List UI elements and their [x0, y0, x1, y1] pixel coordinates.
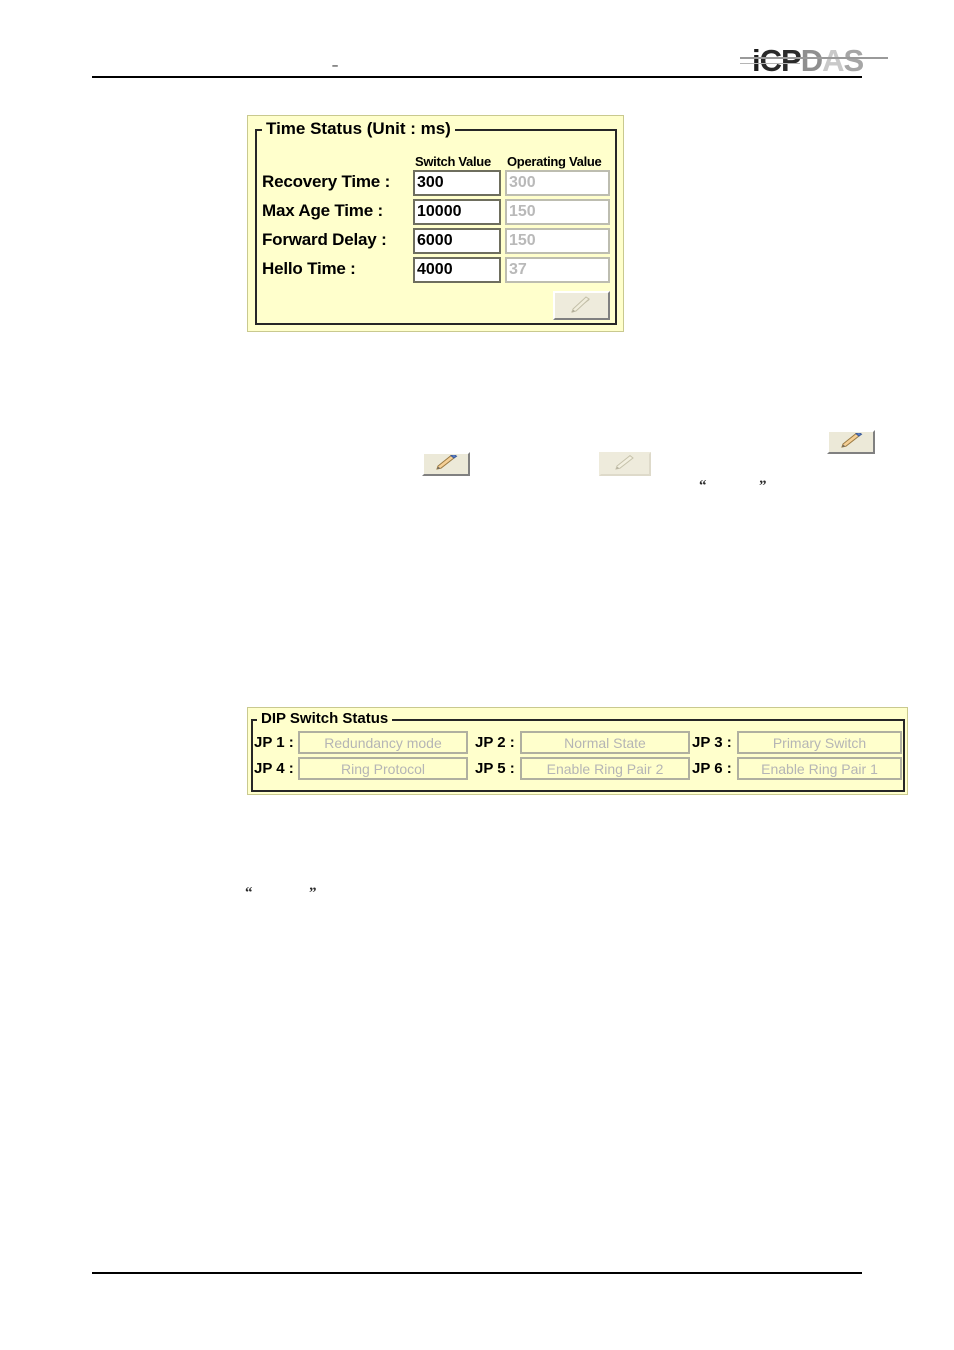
manual-page: – iCPDAS Time Status (Unit : ms) Switch …	[0, 0, 954, 1350]
dip-label-jp1: JP 1 :	[254, 734, 294, 751]
dip-switch-status-panel: DIP Switch Status JP 1 : Redundancy mode…	[247, 707, 908, 795]
row-label-hello-time: Hello Time :	[262, 259, 356, 278]
dip-label-jp5: JP 5 :	[475, 760, 515, 777]
pencil-icon	[570, 295, 590, 313]
dip-value-jp2: Normal State	[520, 731, 690, 754]
quote-close-lower: ”	[309, 885, 317, 901]
hello-time-operating-value-field: 37	[505, 257, 610, 283]
pencil-icon	[615, 455, 634, 470]
dip-label-jp3: JP 3 :	[692, 734, 732, 751]
logo-letter-a: A	[822, 43, 844, 78]
dip-label-jp4: JP 4 :	[254, 760, 294, 777]
pencil-icon	[436, 455, 458, 470]
time-status-panel: Time Status (Unit : ms) Switch Value Ope…	[247, 115, 624, 332]
icpdas-logo: iCPDAS	[740, 43, 892, 78]
dip-value-jp6: Enable Ring Pair 1	[737, 757, 902, 780]
pencil-icon	[841, 433, 863, 448]
dip-switch-status-frame	[251, 719, 905, 792]
dip-switch-status-title: DIP Switch Status	[257, 710, 393, 727]
logo-letter-i: i	[752, 43, 761, 78]
pencil-button-left[interactable]	[422, 452, 470, 476]
header-mark: –	[332, 60, 338, 72]
footer-divider	[92, 1272, 862, 1274]
time-status-apply-button[interactable]	[553, 291, 610, 320]
quote-close-upper: ”	[759, 478, 767, 494]
dip-value-jp5: Enable Ring Pair 2	[520, 757, 690, 780]
header-divider	[92, 76, 862, 78]
dip-value-jp4: Ring Protocol	[298, 757, 468, 780]
pencil-button-mid[interactable]	[599, 452, 651, 476]
column-header-switch-value: Switch Value	[415, 154, 491, 169]
forward-delay-operating-value-field: 150	[505, 228, 610, 254]
row-label-forward-delay: Forward Delay :	[262, 230, 387, 249]
hello-time-switch-value-field[interactable]: 4000	[413, 257, 501, 283]
forward-delay-switch-value-field[interactable]: 6000	[413, 228, 501, 254]
logo-strike-line	[740, 57, 888, 59]
icpdas-logo-text: iCPDAS	[752, 43, 864, 78]
pencil-button-right[interactable]	[827, 430, 875, 454]
column-header-operating-value: Operating Value	[507, 154, 602, 169]
logo-letter-d: D	[800, 43, 823, 78]
dip-value-jp3: Primary Switch	[737, 731, 902, 754]
max-age-time-operating-value-field: 150	[505, 199, 610, 225]
logo-strike-line-secondary	[740, 63, 800, 64]
quote-open-upper: “	[699, 478, 707, 494]
quote-open-lower: “	[245, 885, 253, 901]
logo-letters-cp: CP	[759, 43, 802, 78]
logo-letter-s: S	[843, 43, 864, 78]
time-status-title: Time Status (Unit : ms)	[262, 119, 455, 139]
recovery-time-operating-value-field: 300	[505, 170, 610, 196]
dip-label-jp2: JP 2 :	[475, 734, 515, 751]
dip-label-jp6: JP 6 :	[692, 760, 732, 777]
row-label-max-age-time: Max Age Time :	[262, 201, 383, 220]
dip-value-jp1: Redundancy mode	[298, 731, 468, 754]
recovery-time-switch-value-field[interactable]: 300	[413, 170, 501, 196]
row-label-recovery-time: Recovery Time :	[262, 172, 391, 191]
max-age-time-switch-value-field[interactable]: 10000	[413, 199, 501, 225]
